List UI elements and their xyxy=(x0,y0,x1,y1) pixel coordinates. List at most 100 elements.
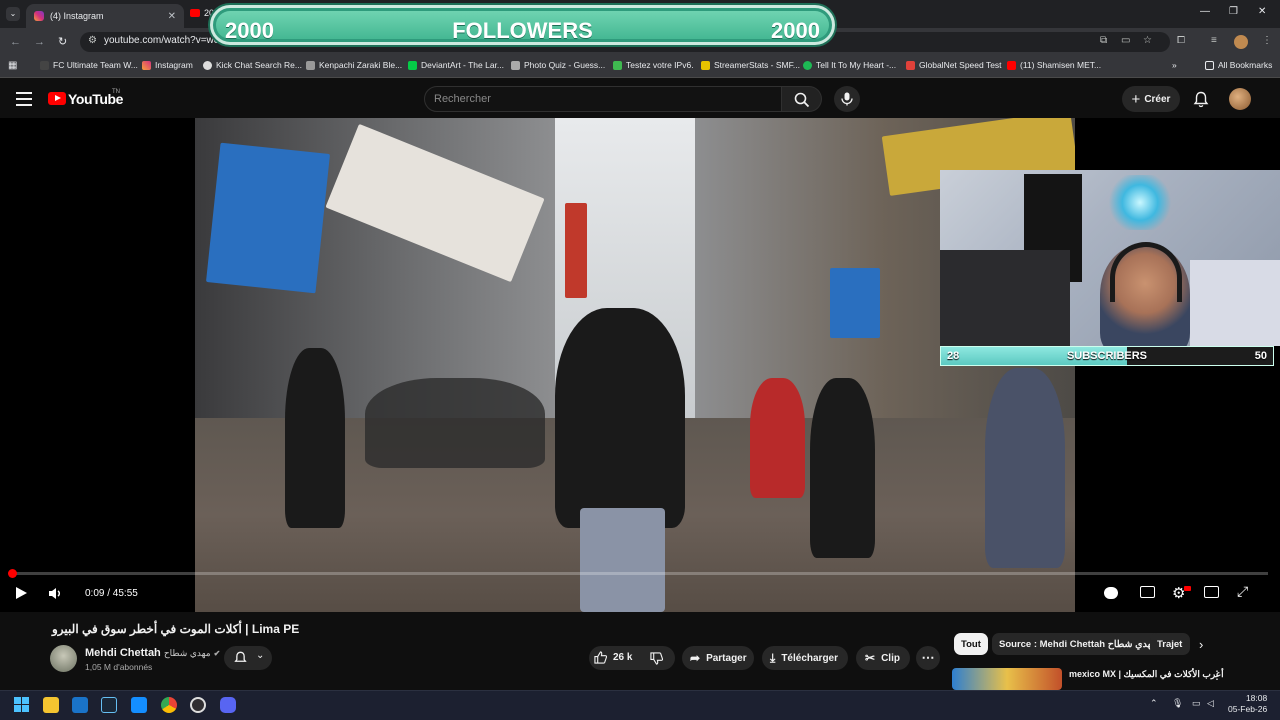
video-person-red xyxy=(750,378,805,498)
download-button[interactable]: ⤓ Télécharger xyxy=(762,646,848,670)
clip-label: Clip xyxy=(881,652,900,664)
channel-name[interactable]: Mehdi Chettah مهدي شطاح ✔ xyxy=(85,647,220,659)
battlenet-icon[interactable] xyxy=(131,697,147,713)
youtube-icon xyxy=(1007,60,1016,70)
volume-icon[interactable] xyxy=(48,587,62,600)
discord-icon[interactable] xyxy=(220,697,236,713)
like-count: 26 k xyxy=(613,652,633,663)
outlook-icon[interactable] xyxy=(72,697,88,713)
voice-search-button[interactable] xyxy=(834,86,860,112)
recommended-more-icon[interactable]: ⋮ xyxy=(1211,668,1223,682)
video-title: أكلات الموت في أخطر سوق في البيرو | Lima… xyxy=(52,622,300,636)
more-bookmarks-icon[interactable]: » xyxy=(1172,60,1177,70)
recommended-video-title[interactable]: mexico MX | أعرب الأكلات في المكسيك xyxy=(1069,669,1224,680)
facecam-light xyxy=(1105,175,1175,230)
clip-button[interactable]: ✂ Clip xyxy=(856,646,910,670)
progress-scrubber[interactable] xyxy=(8,569,17,578)
play-icon[interactable] xyxy=(14,586,28,600)
search-button[interactable] xyxy=(782,86,822,112)
chip-source[interactable]: Source : Mehdi Chettah مهدي شطاح xyxy=(992,633,1165,655)
streamer-facecam xyxy=(940,170,1280,346)
reload-icon[interactable]: ↻ xyxy=(58,35,67,48)
all-bookmarks[interactable]: All Bookmarks xyxy=(1205,60,1272,70)
menu-icon[interactable]: ⋮ xyxy=(1262,35,1272,46)
back-icon[interactable]: ← xyxy=(10,36,21,48)
bookmark-item[interactable]: FC Ultimate Team W... xyxy=(40,60,138,70)
subtitles-icon[interactable] xyxy=(1140,586,1155,598)
bookmark-favicon xyxy=(803,60,812,70)
file-explorer-icon[interactable] xyxy=(43,697,59,713)
tab-instagram[interactable]: (4) Instagram ✕ xyxy=(26,4,184,28)
close-tab-icon[interactable]: ✕ xyxy=(168,11,176,22)
bookmark-item[interactable]: Photo Quiz - Guess... xyxy=(511,60,605,70)
system-clock[interactable]: 18:08 05-Feb-26 xyxy=(1228,693,1267,715)
profile-avatar[interactable] xyxy=(1234,35,1248,49)
windows-start-icon[interactable] xyxy=(14,697,29,712)
autoplay-toggle[interactable] xyxy=(1104,587,1118,599)
bookmark-item[interactable]: (11) Shamisen MET... xyxy=(1007,60,1101,70)
youtube-logo-icon[interactable] xyxy=(48,92,66,105)
subscriber-count: 1,05 M d'abonnés xyxy=(85,662,153,672)
apps-icon[interactable]: ▦ xyxy=(8,60,17,71)
account-avatar[interactable] xyxy=(1229,88,1251,110)
video-person-left xyxy=(285,348,345,528)
translate-icon[interactable]: ⧉ xyxy=(1100,35,1107,46)
followers-label: FOLLOWERS xyxy=(452,18,593,43)
bookmark-favicon xyxy=(40,60,49,70)
bookmark-label: (11) Shamisen MET... xyxy=(1020,60,1102,70)
chrome-icon[interactable] xyxy=(161,697,177,713)
bookmark-item[interactable]: StreamerStats - SMF... xyxy=(701,60,800,70)
bookmark-item[interactable]: Testez votre IPv6. xyxy=(613,60,694,70)
clock-time: 18:08 xyxy=(1245,693,1268,703)
chip-trajet[interactable]: Trajet xyxy=(1150,633,1190,655)
bookmark-item[interactable]: Instagram xyxy=(142,60,193,70)
bookmark-label: Kick Chat Search Re... xyxy=(216,60,302,70)
notifications-bell-icon[interactable] xyxy=(1193,91,1209,108)
network-icon[interactable]: ▭ xyxy=(1192,698,1201,709)
site-info-icon[interactable]: ⚙ xyxy=(88,35,97,46)
thumbs-down-icon[interactable] xyxy=(650,652,663,665)
extensions-icon[interactable]: ⧠ xyxy=(1177,35,1185,46)
create-button[interactable]: + Créer xyxy=(1122,86,1180,112)
share-button[interactable]: ➦ Partager xyxy=(682,646,754,670)
minimize-icon[interactable]: — xyxy=(1200,6,1210,17)
video-progress-bar[interactable] xyxy=(12,572,1268,575)
media-icon[interactable]: ≡ xyxy=(1211,35,1217,46)
bookmark-item[interactable]: Tell It To My Heart -... xyxy=(803,60,896,70)
restore-icon[interactable]: ❐ xyxy=(1229,6,1238,17)
chip-all[interactable]: Tout xyxy=(954,633,988,655)
channel-avatar[interactable] xyxy=(50,645,77,672)
bookmark-item[interactable]: Kick Chat Search Re... xyxy=(203,60,302,70)
followers-goal: 2000 xyxy=(771,18,820,43)
cast-icon[interactable]: ▭ xyxy=(1121,35,1130,46)
bookmark-star-icon[interactable]: ☆ xyxy=(1143,35,1152,46)
bookmark-favicon xyxy=(203,60,212,70)
volume-tray-icon[interactable]: ◁ xyxy=(1207,698,1214,709)
followers-goal-overlay: 2000 FOLLOWERS 2000 xyxy=(210,5,835,45)
obs-icon[interactable] xyxy=(190,697,206,713)
hamburger-menu-icon[interactable] xyxy=(16,92,32,110)
video-person-center-legs xyxy=(580,508,665,612)
close-window-icon[interactable]: ✕ xyxy=(1258,6,1266,17)
recommended-video-thumbnail[interactable] xyxy=(952,668,1062,690)
bookmark-label: StreamerStats - SMF... xyxy=(714,60,800,70)
more-actions-button[interactable]: ⋯ xyxy=(916,646,940,670)
bookmark-item[interactable]: Kenpachi Zaraki Ble... xyxy=(306,60,402,70)
all-bookmarks-label: All Bookmarks xyxy=(1218,60,1273,70)
tab-list-button[interactable]: ⌄ xyxy=(6,7,20,21)
like-button[interactable]: 26 k xyxy=(594,651,632,664)
tab-youtube[interactable]: 20 xyxy=(190,8,214,18)
bookmark-item[interactable]: GlobalNet Speed Test xyxy=(906,60,1002,70)
video-sign-red xyxy=(565,203,587,298)
miniplayer-icon[interactable] xyxy=(1204,586,1219,598)
subscription-bell-button[interactable]: ⌄ xyxy=(224,646,272,670)
bookmark-item[interactable]: DeviantArt - The Lar... xyxy=(408,60,504,70)
steam-icon[interactable] xyxy=(101,697,117,713)
microphone-tray-icon[interactable]: 🎙︎ xyxy=(1172,698,1183,709)
video-banner-right xyxy=(830,268,880,338)
tray-overflow-icon[interactable]: ⌃ xyxy=(1150,698,1158,709)
chip-next-icon[interactable]: › xyxy=(1199,637,1203,652)
video-person-right1 xyxy=(810,378,875,558)
fullscreen-icon[interactable]: ⤢ xyxy=(1237,583,1248,600)
forward-icon[interactable]: → xyxy=(34,36,45,48)
